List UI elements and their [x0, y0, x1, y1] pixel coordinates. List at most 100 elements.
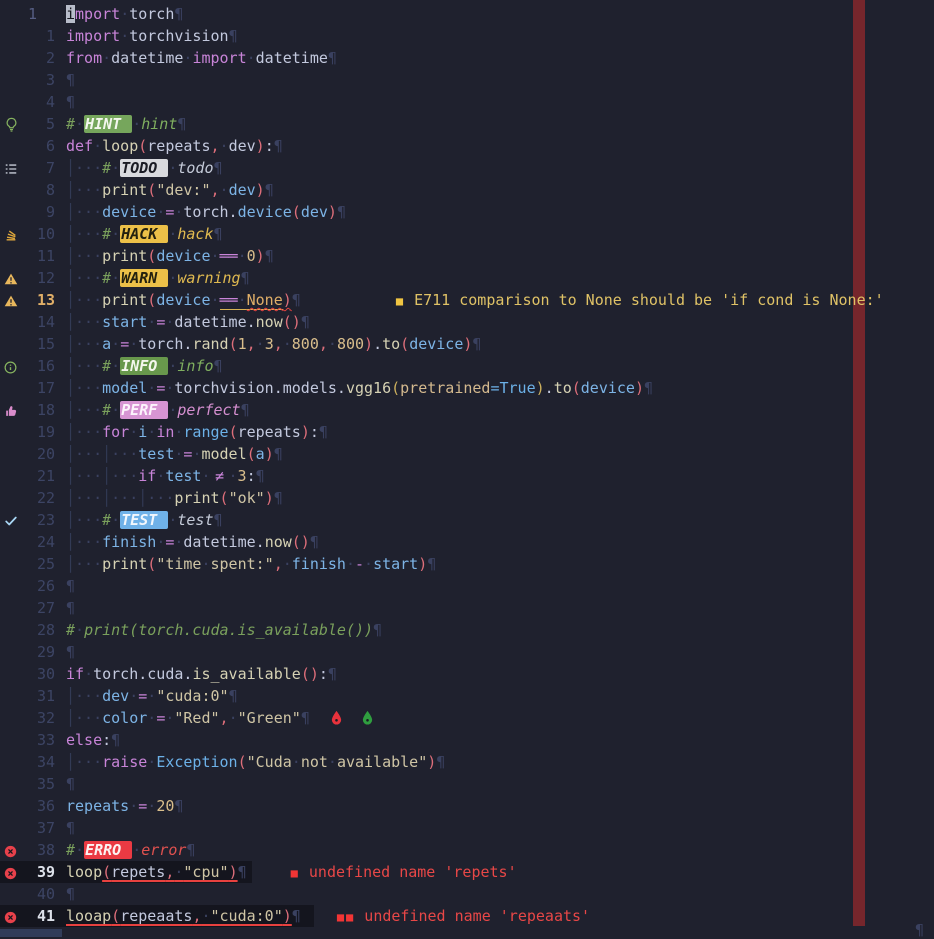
- code-line[interactable]: 14│···start·=·datetime.now()¶: [0, 311, 934, 333]
- line-text: if·torch.cuda.is_available():¶: [55, 665, 337, 683]
- code-line[interactable]: 25│···print("time·spent:",·finish·-·star…: [0, 553, 934, 575]
- line-number: 6: [28, 135, 55, 157]
- lightbulb-icon: [4, 116, 20, 132]
- code-line[interactable]: 17│···model·=·torchvision.models.vgg16(p…: [0, 377, 934, 399]
- code-line[interactable]: 36repeats·=·20¶: [0, 795, 934, 817]
- stack-icon: [4, 226, 20, 242]
- line-number: 16: [28, 355, 55, 377]
- code-line[interactable]: 30if·torch.cuda.is_available():¶: [0, 663, 934, 685]
- code-line[interactable]: 2from·datetime·import·datetime¶: [0, 47, 934, 69]
- line-number: 31: [28, 685, 55, 707]
- line-text: ¶: [55, 775, 75, 793]
- code-line[interactable]: 34│···raise·Exception("Cuda·not·availabl…: [0, 751, 934, 773]
- warning-triangle-icon: [4, 292, 20, 308]
- code-line[interactable]: 6def·loop(repeats,·dev):¶: [0, 135, 934, 157]
- code-line[interactable]: 41looap(repeaats,·"cuda:0")¶■■ undefined…: [0, 905, 934, 927]
- code-line[interactable]: 9│···device·=·torch.device(dev)¶: [0, 201, 934, 223]
- line-text: │···raise·Exception("Cuda·not·available"…: [55, 753, 445, 771]
- line-number: 1: [28, 3, 55, 25]
- checkmark-icon: [4, 512, 20, 528]
- line-number: 10: [28, 223, 55, 245]
- line-number: 25: [28, 553, 55, 575]
- code-line[interactable]: 21│···│···if·test·≠·3:¶: [0, 465, 934, 487]
- code-line[interactable]: 24│···finish·=·datetime.now()¶: [0, 531, 934, 553]
- line-number: 13: [28, 289, 55, 311]
- code-line[interactable]: 1import·torch¶: [0, 3, 934, 25]
- line-number: 27: [28, 597, 55, 619]
- line-text: ¶: [55, 71, 75, 89]
- code-line[interactable]: 23│···#·TEST ·test¶: [0, 509, 934, 531]
- line-number: 23: [28, 509, 55, 531]
- line-number: 41: [28, 905, 55, 927]
- code-line[interactable]: 10│···#·HACK ·hack¶: [0, 223, 934, 245]
- line-number: 8: [28, 179, 55, 201]
- stray-pilcrow: ¶: [915, 921, 924, 939]
- line-text: │···for·i·in·range(repeats):¶: [55, 423, 328, 441]
- line-text: │···print("dev:",·dev)¶: [55, 181, 274, 199]
- code-line[interactable]: 8│···print("dev:",·dev)¶: [0, 179, 934, 201]
- code-line[interactable]: 19│···for·i·in·range(repeats):¶: [0, 421, 934, 443]
- error-circle-icon: [4, 842, 20, 858]
- line-text: │···│···if·test·≠·3:¶: [55, 467, 265, 485]
- line-number: 20: [28, 443, 55, 465]
- code-line[interactable]: 4¶: [0, 91, 934, 113]
- code-line[interactable]: 5#·HINT ·hint¶: [0, 113, 934, 135]
- line-text: │···a·=·torch.rand(1,·3,·800,·800).to(de…: [55, 335, 481, 353]
- diagnostic-virtual-text: ■ undefined name 'repets': [291, 861, 517, 884]
- code-line[interactable]: 15│···a·=·torch.rand(1,·3,·800,·800).to(…: [0, 333, 934, 355]
- code-line[interactable]: 11│···print(device·══·0)¶: [0, 245, 934, 267]
- code-line[interactable]: 20│···│···test·=·model(a)¶: [0, 443, 934, 465]
- red-droplet-icon: [330, 709, 343, 731]
- code-line[interactable]: 31│···dev·=·"cuda:0"¶: [0, 685, 934, 707]
- code-line[interactable]: 18│···#·PERF ·perfect¶: [0, 399, 934, 421]
- code-line[interactable]: 12│···#·WARN ·warning¶: [0, 267, 934, 289]
- line-text: │···dev·=·"cuda:0"¶: [55, 687, 238, 705]
- line-number: 14: [28, 311, 55, 333]
- line-text: │···#·TEST ·test¶: [55, 511, 223, 529]
- diagnostic-virtual-text: ■ E711 comparison to None should be 'if …: [396, 289, 884, 312]
- line-text: ¶: [55, 819, 75, 837]
- buffer-lines: 1import·torch¶1import·torchvision¶2from·…: [0, 3, 934, 927]
- line-text: ¶: [55, 885, 75, 903]
- code-line[interactable]: 26¶: [0, 575, 934, 597]
- editor-buffer[interactable]: 1import·torch¶1import·torchvision¶2from·…: [0, 0, 934, 937]
- code-line[interactable]: 13│···print(device·══·None)¶■ E711 compa…: [0, 289, 934, 311]
- line-number: 37: [28, 817, 55, 839]
- line-number: 29: [28, 641, 55, 663]
- line-number: 7: [28, 157, 55, 179]
- line-text: import·torch¶: [55, 5, 183, 23]
- line-number: 1: [28, 25, 55, 47]
- code-line[interactable]: 3¶: [0, 69, 934, 91]
- code-line[interactable]: 22│···│···│···print("ok")¶: [0, 487, 934, 509]
- code-line[interactable]: 1import·torchvision¶: [0, 25, 934, 47]
- line-number: 2: [28, 47, 55, 69]
- line-text: else:¶: [55, 731, 120, 749]
- code-line[interactable]: 37¶: [0, 817, 934, 839]
- line-text: import·torchvision¶: [55, 27, 238, 45]
- code-line[interactable]: 7│···#·TODO ·todo¶: [0, 157, 934, 179]
- code-line[interactable]: 33else:¶: [0, 729, 934, 751]
- line-text: #·print(torch.cuda.is_available())¶: [55, 621, 382, 639]
- line-number: 22: [28, 487, 55, 509]
- line-text: │···#·HACK ·hack¶: [55, 225, 223, 243]
- line-text: │···finish·=·datetime.now()¶: [55, 533, 319, 551]
- code-line[interactable]: 28#·print(torch.cuda.is_available())¶: [0, 619, 934, 641]
- code-line[interactable]: 40¶: [0, 883, 934, 905]
- code-line[interactable]: 35¶: [0, 773, 934, 795]
- warning-triangle-icon: [4, 270, 20, 286]
- code-line[interactable]: 27¶: [0, 597, 934, 619]
- code-line[interactable]: 38#·ERRO ·error¶: [0, 839, 934, 861]
- error-circle-icon: [4, 908, 20, 924]
- line-text: │···print("time·spent:",·finish·-·start)…: [55, 555, 436, 573]
- line-text: │···#·TODO ·todo¶: [55, 159, 223, 177]
- line-number: 21: [28, 465, 55, 487]
- line-number: 26: [28, 575, 55, 597]
- code-line[interactable]: 32│···color·=·"Red",·"Green"¶: [0, 707, 934, 729]
- code-line[interactable]: 16│···#·INFO ·info¶: [0, 355, 934, 377]
- line-text: │···#·WARN ·warning¶: [55, 269, 250, 287]
- code-line[interactable]: 39loop(repets,·"cpu")¶■ undefined name '…: [0, 861, 934, 883]
- code-line[interactable]: 29¶: [0, 641, 934, 663]
- thumbs-up-icon: [4, 402, 20, 418]
- line-number: 32: [28, 707, 55, 729]
- line-number: 19: [28, 421, 55, 443]
